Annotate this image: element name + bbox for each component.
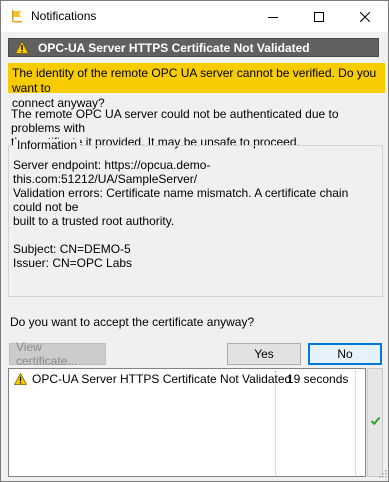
yes-button[interactable]: Yes — [227, 343, 301, 365]
info-endpoint: Server endpoint: https://opcua.demo-this… — [13, 158, 211, 186]
notifications-window: Notifications OPC-UA Server HTTPS Certif… — [0, 0, 389, 482]
list-item[interactable]: OPC-UA Server HTTPS Certificate Not Vali… — [10, 371, 365, 387]
list-item-time: 19 seconds — [287, 372, 349, 386]
view-certificate-button[interactable]: View certificate... — [9, 340, 106, 368]
notifications-list[interactable]: OPC-UA Server HTTPS Certificate Not Vali… — [8, 368, 366, 477]
dialog-content: OPC-UA Server HTTPS Certificate Not Vali… — [1, 32, 388, 481]
status-strip — [367, 368, 383, 477]
info-subject: Subject: CN=DEMO-5 — [13, 242, 131, 256]
info-validation-errors-cont: built to a trusted root authority. — [13, 214, 175, 228]
maximize-icon — [314, 11, 324, 22]
information-text: Server endpoint: https://opcua.demo-this… — [13, 158, 378, 270]
minimize-button[interactable] — [250, 1, 296, 32]
info-validation-errors: Validation errors: Certificate name mism… — [13, 186, 349, 214]
notification-title: OPC-UA Server HTTPS Certificate Not Vali… — [38, 40, 310, 55]
close-button[interactable] — [342, 1, 388, 32]
notification-header: OPC-UA Server HTTPS Certificate Not Vali… — [8, 38, 379, 57]
checkmark-icon — [370, 416, 381, 426]
folder-flag-icon — [12, 10, 22, 23]
maximize-button[interactable] — [296, 1, 342, 32]
list-item-text: OPC-UA Server HTTPS Certificate Not Vali… — [32, 372, 292, 386]
minimize-icon — [268, 16, 278, 18]
description-line-1: The remote OPC UA server could not be au… — [11, 107, 339, 135]
accept-prompt: Do you want to accept the certificate an… — [10, 315, 255, 329]
warning-icon — [15, 41, 29, 54]
resize-grip-icon[interactable] — [378, 469, 387, 478]
no-button[interactable]: No — [308, 343, 382, 365]
question-banner: The identity of the remote OPC UA server… — [8, 63, 385, 110]
information-legend: Information — [14, 139, 81, 152]
window-title: Notifications — [31, 9, 97, 23]
close-icon — [360, 11, 370, 22]
warning-icon — [14, 373, 27, 385]
info-spacer — [13, 228, 378, 242]
info-issuer: Issuer: CN=OPC Labs — [13, 256, 133, 270]
title-bar[interactable]: Notifications — [1, 1, 388, 32]
question-line-1: The identity of the remote OPC UA server… — [12, 66, 377, 95]
